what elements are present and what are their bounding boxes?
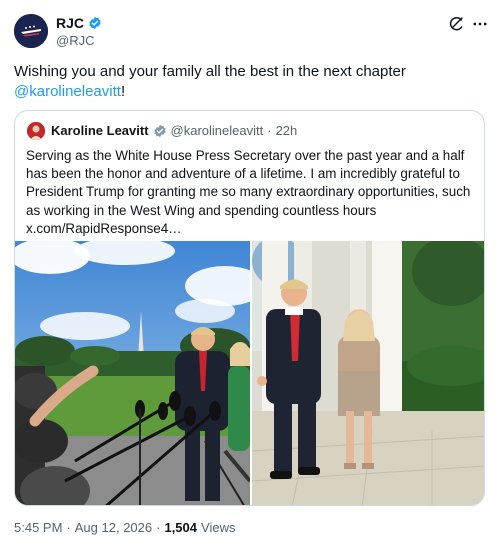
views-label: Views bbox=[201, 520, 236, 535]
more-icon[interactable] bbox=[470, 14, 490, 34]
quoted-photo-left[interactable] bbox=[15, 241, 250, 505]
quoted-text: Serving as the White House Press Secreta… bbox=[26, 148, 471, 236]
tweet-date[interactable]: Aug 12, 2026 bbox=[75, 520, 152, 535]
tweet-text-prefix: Wishing you and your family all the best… bbox=[14, 63, 406, 80]
quoted-header: Karoline Leavitt @karolineleavitt · 22h bbox=[51, 123, 297, 138]
grok-icon[interactable] bbox=[446, 14, 466, 34]
tweet-footer: 5:45 PM · Aug 12, 2026 · 1,504 Views bbox=[14, 520, 235, 535]
tweet-text: Wishing you and your family all the best… bbox=[14, 62, 484, 102]
author-name-row[interactable]: RJC bbox=[56, 15, 102, 31]
views-count: 1,504 bbox=[164, 520, 198, 535]
tweet-text-suffix: ! bbox=[120, 83, 126, 100]
quoted-author-handle[interactable]: @karolineleavitt bbox=[171, 123, 264, 138]
quoted-tweet-card[interactable]: Karoline Leavitt @karolineleavitt · 22h … bbox=[14, 110, 485, 506]
footer-dot: · bbox=[66, 520, 71, 535]
author-name[interactable]: RJC bbox=[56, 15, 84, 31]
tweet-time[interactable]: 5:45 PM bbox=[14, 520, 62, 535]
quoted-photo-right[interactable] bbox=[252, 241, 484, 505]
avatar[interactable] bbox=[14, 14, 48, 48]
tweet-mention-link[interactable]: @karolineleavitt bbox=[14, 83, 121, 100]
quoted-author-name[interactable]: Karoline Leavitt bbox=[51, 123, 149, 138]
quoted-separator: · bbox=[267, 123, 272, 138]
verified-badge-icon bbox=[153, 124, 166, 137]
quoted-timestamp[interactable]: 22h bbox=[276, 123, 298, 138]
verified-badge-icon bbox=[89, 16, 101, 30]
author-handle[interactable]: @RJC bbox=[56, 33, 94, 48]
footer-dot-2: · bbox=[156, 520, 161, 535]
quoted-avatar[interactable] bbox=[27, 122, 45, 140]
